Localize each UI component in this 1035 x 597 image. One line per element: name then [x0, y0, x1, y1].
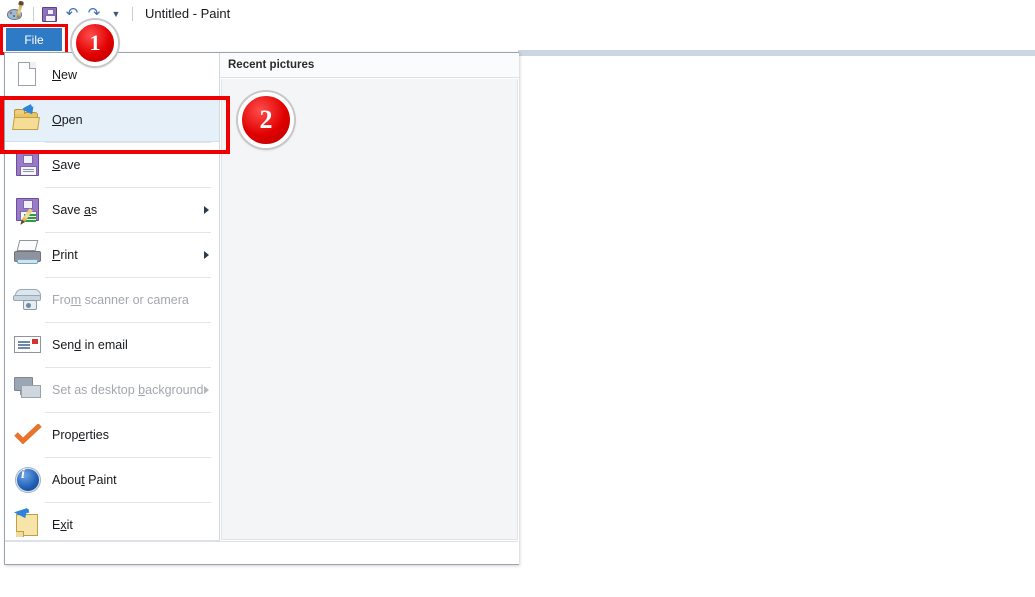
menu-item-set-as-desktop-background: Set as desktop background [5, 368, 219, 412]
menu-item-exit-label: Exit [52, 518, 73, 532]
scanner-camera-icon [11, 283, 45, 317]
printer-icon [11, 238, 45, 272]
exit-folder-icon [11, 508, 45, 542]
menu-item-properties[interactable]: Properties [5, 413, 219, 457]
submenu-arrow-icon [204, 251, 209, 259]
menu-item-save-label: Save [52, 158, 81, 172]
title-divider [132, 6, 133, 21]
recent-pictures-header: Recent pictures [220, 53, 519, 78]
annotation-badge-2: 2 [238, 92, 294, 148]
menu-item-open-label: Open [52, 113, 83, 127]
menu-item-new-label: New [52, 68, 78, 82]
ribbon-right-blank [518, 27, 1035, 50]
menu-item-save-as[interactable]: Save as [5, 188, 219, 232]
menu-item-send-in-email[interactable]: Send in email [5, 323, 219, 367]
submenu-arrow-icon [204, 386, 209, 394]
orange-checkmark-icon [11, 418, 45, 452]
menu-item-from-scanner-or-camera: From scanner or camera [5, 278, 219, 322]
save-floppy-icon [11, 148, 45, 182]
menu-item-save-as-label: Save as [52, 203, 98, 217]
menu-item-print[interactable]: Print [5, 233, 219, 277]
toolbar-divider [33, 6, 34, 21]
menu-item-set-as-desktop-background-label: Set as desktop background [52, 383, 204, 397]
menu-item-properties-label: Properties [52, 428, 109, 442]
save-icon[interactable] [39, 3, 61, 25]
file-tab[interactable]: File [6, 28, 62, 51]
desktop-monitor-icon [11, 373, 45, 407]
menu-item-new[interactable]: New [5, 53, 219, 97]
canvas-area[interactable] [518, 56, 1035, 597]
menu-item-print-label: Print [52, 248, 78, 262]
file-tab-label: File [24, 32, 44, 47]
recent-pictures-list[interactable] [221, 79, 518, 540]
open-folder-icon [11, 103, 45, 137]
menu-item-open[interactable]: Open [5, 98, 219, 142]
info-circle-icon: i [11, 463, 45, 497]
title-bar: ↶ ↷ ▼ Untitled - Paint [0, 0, 1035, 27]
paint-app-icon[interactable] [6, 3, 28, 25]
submenu-arrow-icon [204, 206, 209, 214]
window-title: Untitled - Paint [145, 6, 231, 21]
customize-quick-access-chevron-icon[interactable]: ▼ [105, 3, 127, 25]
menu-item-send-in-email-label: Send in email [52, 338, 128, 352]
menu-item-save[interactable]: Save [5, 143, 219, 187]
undo-icon[interactable]: ↶ [61, 3, 83, 25]
menu-item-from-scanner-or-camera-label: From scanner or camera [52, 293, 189, 307]
save-as-icon [11, 193, 45, 227]
annotation-badge-1: 1 [72, 20, 118, 66]
envelope-icon [11, 328, 45, 362]
menu-item-about-paint[interactable]: i About Paint [5, 458, 219, 502]
file-menu-footer [5, 541, 518, 564]
menu-item-about-paint-label: About Paint [52, 473, 117, 487]
file-menu-list: New Open Save Save as Print From scanner… [5, 53, 220, 564]
new-page-icon [11, 58, 45, 92]
